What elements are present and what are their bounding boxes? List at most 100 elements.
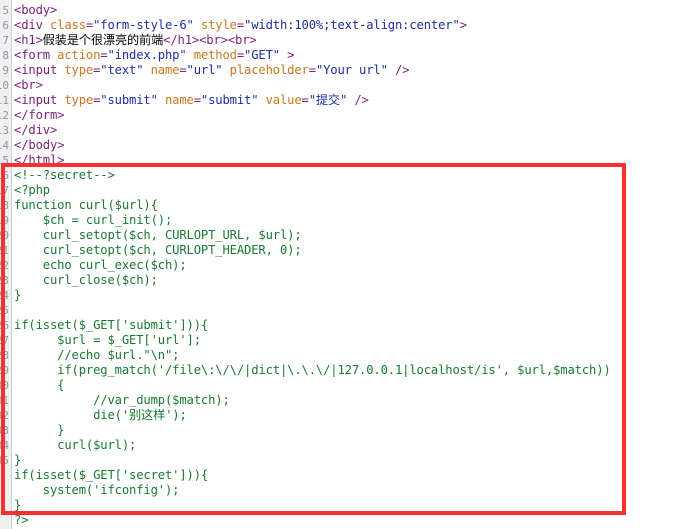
code-line[interactable]: <br>	[14, 78, 43, 93]
code-token-php: }	[14, 453, 22, 467]
code-line[interactable]: if(preg_match('/file\:\/\/|dict|\.\.\/|1…	[14, 363, 611, 378]
code-line[interactable]: $ch = curl_init();	[14, 213, 173, 228]
code-token-php: }	[14, 423, 65, 437]
code-token-tag: =	[193, 93, 201, 107]
code-token-tag: <input	[14, 63, 65, 77]
code-token-tag: =	[179, 63, 187, 77]
code-token-attr: placeholder	[229, 63, 309, 77]
code-line[interactable]: curl_setopt($ch, CURLOPT_URL, $url);	[14, 228, 302, 243]
code-line[interactable]: <input type="text" name="url" placeholde…	[14, 63, 409, 78]
code-token-val: "width:100%;text-align:center"	[244, 18, 460, 32]
code-line[interactable]: ?>	[14, 513, 29, 528]
code-token-php: ?>	[14, 513, 29, 527]
line-number: 21	[0, 244, 9, 257]
code-line[interactable]: }	[14, 288, 21, 303]
code-line[interactable]: <?php	[14, 183, 50, 198]
line-number: 13	[0, 124, 9, 137]
code-line[interactable]: {	[14, 378, 64, 393]
code-token-tag: </body>	[14, 138, 65, 152]
code-token-tag: <h1>	[14, 33, 43, 47]
code-line[interactable]: <input type="submit" name="submit" value…	[14, 93, 369, 108]
code-text-area[interactable]: <body> <div class="form-style-6" style="w…	[14, 0, 696, 529]
code-token-tag: <div	[14, 18, 50, 32]
code-line[interactable]: }	[14, 423, 64, 438]
code-token-php: if(isset($_GET['submit'])){	[14, 318, 209, 332]
code-line[interactable]: </div>	[14, 123, 57, 138]
line-number: 5	[2, 4, 9, 17]
code-token-php: {	[14, 378, 65, 392]
line-number: 16	[0, 169, 9, 182]
code-line[interactable]: $url = $_GET['url'];	[14, 333, 201, 348]
code-line[interactable]: //echo $url."\n";	[14, 348, 179, 363]
code-token-txt: 假装是个很漂亮的前端	[42, 33, 164, 47]
code-token-php: function curl($url){	[14, 198, 158, 212]
line-number: 15	[0, 154, 9, 167]
code-line[interactable]: curl($url);	[14, 438, 136, 453]
code-line[interactable]: //var_dump($match);	[14, 393, 230, 408]
code-line[interactable]: if(isset($_GET['secret'])){	[14, 468, 208, 483]
code-token-php: }	[14, 498, 22, 512]
code-token-tag: <body>	[14, 3, 58, 17]
code-token-attr: action	[57, 48, 101, 62]
code-token-val: "submit"	[200, 93, 259, 107]
line-number: 11	[0, 94, 9, 107]
code-token-val: "Your url"	[315, 63, 388, 77]
code-token-attr: class	[49, 18, 86, 32]
line-number: 29	[0, 364, 9, 377]
line-number: 17	[0, 184, 9, 197]
line-number: 9	[2, 64, 9, 77]
code-line[interactable]: <body>	[14, 3, 57, 18]
code-token-val: "提交"	[308, 93, 348, 107]
line-number: 31	[0, 394, 9, 407]
line-number: 23	[0, 274, 9, 287]
code-token-tag	[143, 63, 150, 77]
code-token-val: "GET"	[244, 48, 280, 62]
code-line[interactable]: curl_setopt($ch, CURLOPT_HEADER, 0);	[14, 243, 302, 258]
code-line[interactable]: <div class="form-style-6" style="width:1…	[14, 18, 467, 33]
code-token-tag: <input	[14, 93, 65, 107]
code-line[interactable]: if(isset($_GET['submit'])){	[14, 318, 208, 333]
code-line[interactable]: echo curl_exec($ch);	[14, 258, 187, 273]
code-line[interactable]: <form action="index.php" method="GET" >	[14, 48, 294, 63]
code-token-tag: />	[347, 93, 369, 107]
line-number: 26	[0, 319, 9, 332]
line-number: 34	[0, 439, 9, 452]
code-token-tag: =	[236, 48, 244, 62]
line-number: 35	[0, 454, 9, 467]
code-token-val: "form-style-6"	[93, 18, 194, 32]
code-line[interactable]: </form>	[14, 108, 64, 123]
code-editor[interactable]: 5 6 7 8 9 10 11 12 13 14 15 16 17 18 19 20 21 22 23 24 25 26 2…	[0, 0, 696, 529]
line-number-gutter: 5 6 7 8 9 10 11 12 13 14 15 16 17 18 19 20 21 22 23 24 25 26 2…	[0, 0, 12, 529]
code-line[interactable]: </body>	[14, 138, 64, 153]
code-token-tag: =	[301, 93, 309, 107]
code-token-tag: </html>	[14, 153, 65, 167]
code-line[interactable]: }	[14, 498, 21, 513]
code-token-php: $url = $_GET['url'];	[14, 333, 201, 347]
code-token-tag: </form>	[14, 108, 65, 122]
code-line[interactable]: curl_close($ch);	[14, 273, 158, 288]
code-token-tag: </h1><br><br>	[163, 33, 257, 47]
code-token-val: "text"	[100, 63, 144, 77]
code-token-php: system('ifconfig');	[14, 483, 180, 497]
code-line[interactable]: system('ifconfig');	[14, 483, 180, 498]
code-line[interactable]: die('别这样');	[14, 408, 187, 423]
code-token-php: <?php	[14, 183, 50, 197]
code-line[interactable]: </html>	[14, 153, 64, 168]
code-token-tag	[258, 93, 265, 107]
code-token-php: if(preg_match('/file\:\/\/|dict|\.\.\/|1…	[14, 363, 611, 377]
code-token-attr: value	[265, 93, 302, 107]
code-token-val: "submit"	[100, 93, 158, 107]
line-number: 28	[0, 349, 9, 362]
line-number: 19	[0, 214, 9, 227]
code-token-php: curl($url);	[14, 438, 137, 452]
code-token-tag	[194, 18, 201, 32]
code-token-php: if(isset($_GET['secret'])){	[14, 468, 209, 482]
code-line[interactable]: <h1>假装是个很漂亮的前端</h1><br><br>	[14, 33, 257, 48]
code-line[interactable]: <!--?secret-->	[14, 168, 115, 183]
code-token-val: "url"	[186, 63, 223, 77]
line-number: 7	[2, 34, 9, 47]
code-line[interactable]: }	[14, 453, 21, 468]
line-number: 18	[0, 199, 9, 212]
code-token-tag: />	[387, 63, 410, 77]
code-line[interactable]: function curl($url){	[14, 198, 158, 213]
